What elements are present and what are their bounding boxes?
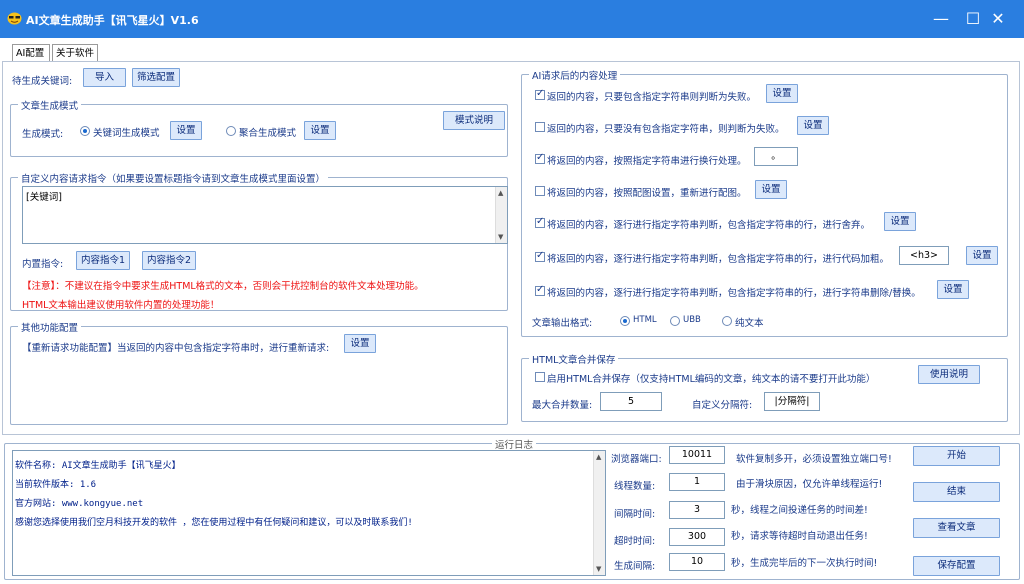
post-rule-3-checkbox[interactable] xyxy=(535,152,545,164)
gen-interval-input[interactable]: 10 xyxy=(669,553,725,571)
close-button[interactable]: ✕ xyxy=(987,8,1009,30)
timeout-label: 超时时间: xyxy=(614,536,656,547)
port-input[interactable]: 10011 xyxy=(669,446,725,464)
post-rule-7-label: 将返回的内容，逐行进行指定字符串判断，包含指定字符串的行，进行字符串删除/替换。 xyxy=(547,288,921,299)
format-text-label[interactable]: 纯文本 xyxy=(735,315,764,329)
post-rule-6-setting-button[interactable]: 设置 xyxy=(966,246,998,265)
post-rule-4-label: 将返回的内容，按照配图设置，重新进行配图。 xyxy=(547,188,747,199)
filter-config-button[interactable]: 筛选配置 xyxy=(132,68,180,87)
custom-instruction-title: 自定义内容请求指令（如果要设置标题指令请到文章生成模式里面设置） xyxy=(18,171,329,185)
scroll-up-icon[interactable]: ▲ xyxy=(596,453,601,461)
textarea-scrollbar[interactable]: ▲ ▼ xyxy=(495,187,507,243)
separator-label: 自定义分隔符: xyxy=(692,400,753,411)
max-merge-label: 最大合并数量: xyxy=(532,400,593,411)
mode-aggregate-setting-button[interactable]: 设置 xyxy=(304,121,336,140)
log-textarea[interactable]: 软件名称: AI文章生成助手【讯飞星火】 当前软件版本: 1.6 官方网站: w… xyxy=(12,450,606,576)
log-scrollbar[interactable]: ▲ ▼ xyxy=(593,451,605,575)
builtin-instruction-2-button[interactable]: 内容指令2 xyxy=(142,251,196,270)
output-format-label: 文章输出格式: xyxy=(532,318,593,329)
interval-note: 秒，线程之间投递任务的时间差! xyxy=(731,505,868,516)
maximize-button[interactable]: ☐ xyxy=(962,8,984,30)
tab-about[interactable]: 关于软件 xyxy=(52,44,98,61)
interval-input[interactable]: 3 xyxy=(669,501,725,519)
log-line: 当前软件版本: 1.6 xyxy=(15,480,97,490)
log-title: 运行日志 xyxy=(492,437,537,451)
post-rule-1-checkbox[interactable] xyxy=(535,88,545,100)
thread-label: 线程数量: xyxy=(614,481,656,492)
start-button[interactable]: 开始 xyxy=(913,446,1000,466)
post-rule-5-checkbox[interactable] xyxy=(535,216,545,228)
log-line: 感谢您选择使用我们空月科技开发的软件 ，您在使用过程中有任何疑问和建议，可以及时… xyxy=(15,518,413,528)
format-html-radio[interactable] xyxy=(620,316,630,326)
merge-enable-checkbox[interactable] xyxy=(535,372,545,382)
mode-group-title: 文章生成模式 xyxy=(18,98,82,112)
port-label: 浏览器端口: xyxy=(611,454,662,465)
post-rule-6-label: 将返回的内容，逐行进行指定字符串判断，包含指定字符串的行，进行代码加粗。 xyxy=(547,254,890,265)
merge-help-button[interactable]: 使用说明 xyxy=(918,365,980,384)
format-text-radio[interactable] xyxy=(722,316,732,326)
scroll-down-icon[interactable]: ▼ xyxy=(596,565,601,573)
builtin-label: 内置指令: xyxy=(22,259,64,270)
thread-input[interactable]: 1 xyxy=(669,473,725,491)
mode-keyword-label[interactable]: 关键词生成模式 xyxy=(93,125,160,139)
app-logo-icon xyxy=(7,12,22,25)
port-note: 软件复制多开，必须设置独立端口号! xyxy=(736,454,892,465)
bold-string-input[interactable]: <h3> xyxy=(899,246,949,265)
post-rule-2-label: 返回的内容，只要没有包含指定字符串，则判断为失败。 xyxy=(547,124,785,135)
log-line: 软件名称: AI文章生成助手【讯飞星火】 xyxy=(15,461,181,471)
post-rule-7-checkbox[interactable] xyxy=(535,284,545,296)
interval-label: 间隔时间: xyxy=(614,509,656,520)
mode-label: 生成模式: xyxy=(22,129,64,140)
post-rule-5-label: 将返回的内容，逐行进行指定字符串判断，包含指定字符串的行，进行舍弃。 xyxy=(547,220,871,231)
thread-note: 由于滑块原因，仅允许单线程运行! xyxy=(736,479,883,490)
post-rule-1-setting-button[interactable]: 设置 xyxy=(766,84,798,103)
log-line: 官方网站: www.kongyue.net xyxy=(15,499,144,509)
retry-setting-button[interactable]: 设置 xyxy=(344,334,376,353)
post-rule-1-label: 返回的内容，只要包含指定字符串则判断为失败。 xyxy=(547,92,757,103)
window-title: AI文章生成助手【讯飞星火】V1.6 xyxy=(26,14,199,27)
format-html-label[interactable]: HTML xyxy=(633,315,657,325)
post-rule-7-setting-button[interactable]: 设置 xyxy=(937,280,969,299)
format-ubb-label[interactable]: UBB xyxy=(683,315,701,325)
timeout-note: 秒，请求等待超时自动退出任务! xyxy=(731,531,868,542)
instruction-textarea-value: [关键词] xyxy=(26,192,62,203)
builtin-instruction-1-button[interactable]: 内容指令1 xyxy=(76,251,130,270)
merge-enable-label: 启用HTML合并保存（仅支持HTML编码的文章，纯文本的请不要打开此功能） xyxy=(547,374,876,385)
gen-interval-label: 生成间隔: xyxy=(614,561,656,572)
import-button[interactable]: 导入 xyxy=(83,68,126,87)
retry-config-text: 【重新请求功能配置】当返回的内容中包含指定字符串时，进行重新请求: xyxy=(22,343,330,354)
max-merge-input[interactable]: 5 xyxy=(600,392,662,411)
post-rule-2-checkbox[interactable] xyxy=(535,122,545,132)
mode-keyword-setting-button[interactable]: 设置 xyxy=(170,121,202,140)
keyword-label: 待生成关键词: xyxy=(12,76,73,87)
mode-aggregate-label[interactable]: 聚合生成模式 xyxy=(239,125,296,139)
instruction-note-2: HTML文本输出建议使用软件内置的处理功能！ xyxy=(22,300,220,311)
minimize-button[interactable]: — xyxy=(930,8,952,30)
format-ubb-radio[interactable] xyxy=(670,316,680,326)
view-articles-button[interactable]: 查看文章 xyxy=(913,518,1000,538)
post-rule-5-setting-button[interactable]: 设置 xyxy=(884,212,916,231)
other-function-title: 其他功能配置 xyxy=(18,320,82,334)
tab-ai-config[interactable]: AI配置 xyxy=(12,44,50,61)
post-rule-4-setting-button[interactable]: 设置 xyxy=(755,180,787,199)
gen-interval-note: 秒，生成完毕后的下一次执行时间! xyxy=(731,558,878,569)
instruction-textarea[interactable]: [关键词] ▲ ▼ xyxy=(22,186,508,244)
linebreak-string-input[interactable]: 。 xyxy=(754,147,798,166)
instruction-note-1: 【注意】：不建议在指令中要求生成HTML格式的文本，否则会干扰控制台的软件文本处… xyxy=(22,281,424,292)
mode-explain-button[interactable]: 模式说明 xyxy=(443,111,505,130)
timeout-input[interactable]: 300 xyxy=(669,528,725,546)
post-rule-6-checkbox[interactable] xyxy=(535,250,545,262)
merge-save-title: HTML文章合并保存 xyxy=(529,352,619,366)
mode-keyword-radio[interactable] xyxy=(80,126,90,136)
post-rule-3-label: 将返回的内容，按照指定字符串进行换行处理。 xyxy=(547,156,747,167)
scroll-up-icon[interactable]: ▲ xyxy=(498,189,503,197)
separator-input[interactable]: |分隔符| xyxy=(764,392,820,411)
stop-button[interactable]: 结束 xyxy=(913,482,1000,502)
post-rule-4-checkbox[interactable] xyxy=(535,186,545,196)
save-config-button[interactable]: 保存配置 xyxy=(913,556,1000,576)
post-processing-title: AI请求后的内容处理 xyxy=(529,68,621,82)
scroll-down-icon[interactable]: ▼ xyxy=(498,233,503,241)
mode-aggregate-radio[interactable] xyxy=(226,126,236,136)
post-rule-2-setting-button[interactable]: 设置 xyxy=(797,116,829,135)
